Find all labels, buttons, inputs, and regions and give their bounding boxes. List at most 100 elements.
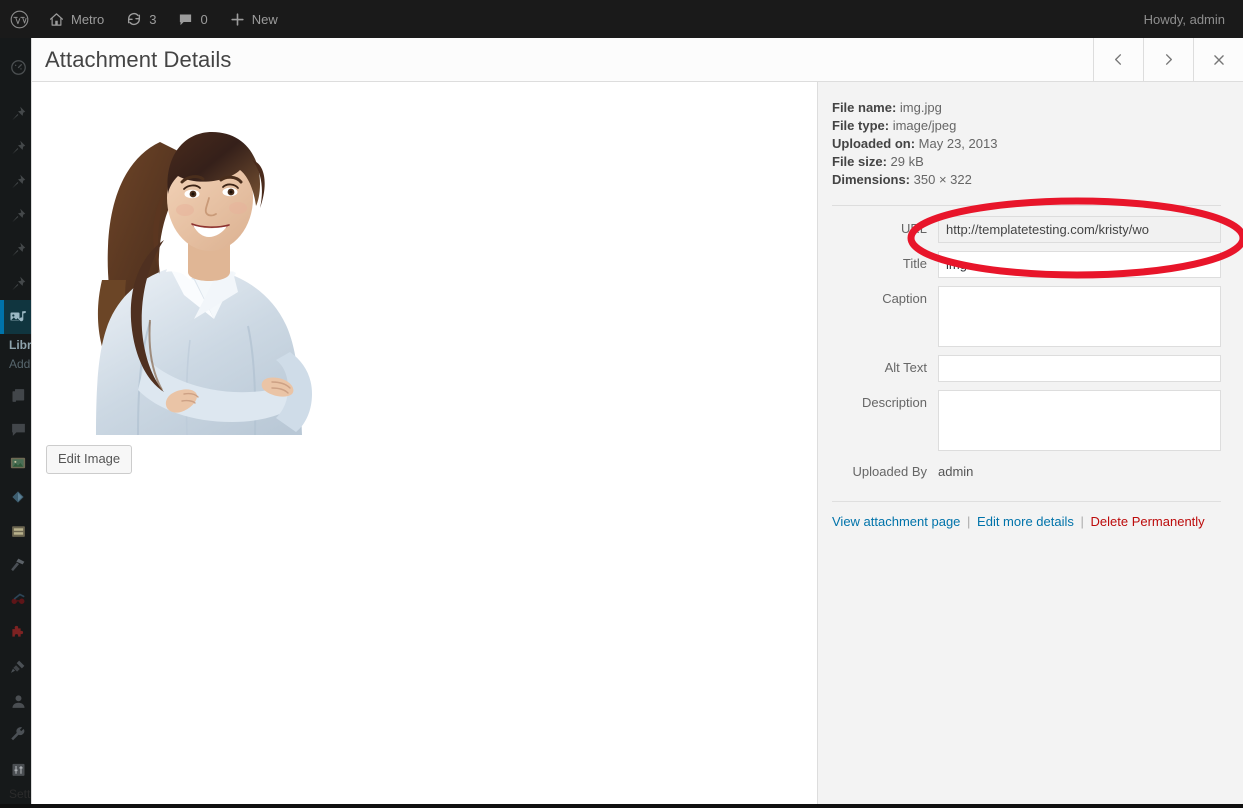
meta-file-name-label: File name:: [832, 100, 897, 115]
modal-header: Attachment Details: [32, 37, 1243, 82]
edit-image-button[interactable]: Edit Image: [46, 445, 133, 474]
meta-dimensions-value: 350 × 322: [913, 172, 972, 187]
close-modal-button[interactable]: [1193, 37, 1243, 82]
meta-file-type-value: image/jpeg: [892, 118, 957, 133]
wordpress-logo-icon: [10, 10, 29, 29]
gallery-icon: [9, 454, 27, 472]
meta-divider: [832, 205, 1221, 206]
previous-attachment-button[interactable]: [1093, 37, 1143, 82]
title-field-row: Title: [832, 251, 1221, 278]
attachment-info-pane: File name: img.jpg File type: image/jpeg…: [818, 82, 1243, 808]
new-content-label: New: [251, 11, 278, 27]
attachment-details-modal: Attachment Details Edit Image File name:…: [31, 37, 1243, 808]
list-icon: [10, 523, 27, 540]
comments-button[interactable]: 0: [167, 0, 218, 38]
new-content-button[interactable]: New: [219, 0, 289, 38]
uploaded-by-row: Uploaded By admin: [832, 459, 1221, 481]
pages-icon: [10, 387, 27, 404]
meta-file-type: File type: image/jpeg: [832, 117, 1221, 135]
meta-dimensions: Dimensions: 350 × 322: [832, 171, 1221, 189]
meta-file-size: File size: 29 kB: [832, 153, 1221, 171]
link-separator-2: |: [1080, 514, 1084, 529]
settings-icon: [10, 761, 27, 778]
plug-icon: [9, 658, 27, 676]
meta-uploaded-on-label: Uploaded on:: [832, 136, 916, 151]
description-field-row: Description: [832, 390, 1221, 451]
pin-icon: [10, 139, 27, 156]
pin-icon: [10, 105, 27, 122]
media-icon: [9, 308, 27, 326]
glasses-icon: [9, 590, 27, 608]
comments-icon: [10, 421, 27, 438]
attachment-image[interactable]: [42, 90, 372, 435]
caption-textarea[interactable]: [938, 286, 1221, 347]
meta-file-name-value: img.jpg: [899, 100, 942, 115]
url-label: URL: [900, 221, 927, 236]
alt-text-input[interactable]: [938, 355, 1221, 382]
description-control: [938, 390, 1221, 451]
page-title: Attachment Details: [45, 46, 232, 72]
url-field-row: URL: [832, 216, 1221, 243]
url-control: [938, 216, 1221, 243]
hammer-icon: [9, 556, 27, 574]
caption-control: [938, 286, 1221, 347]
title-input[interactable]: [938, 251, 1221, 278]
appearance-icon: [9, 488, 27, 506]
alt-text-control: [938, 355, 1221, 382]
meta-file-name: File name: img.jpg: [832, 99, 1221, 117]
meta-file-size-value: 29 kB: [890, 154, 924, 169]
comment-icon: [178, 12, 193, 27]
comments-count: 0: [200, 11, 208, 27]
user-icon: [10, 693, 27, 710]
title-control: [938, 251, 1221, 278]
screen: Metro 3 0 New Howdy, admin Libr Add Sett…: [0, 0, 1243, 808]
site-name-label: Metro: [71, 11, 105, 27]
caption-label: Caption: [882, 291, 927, 306]
link-separator-1: |: [967, 514, 971, 529]
updates-count: 3: [149, 11, 157, 27]
chevron-left-icon: [1111, 52, 1126, 67]
pin-icon: [10, 241, 27, 258]
attachment-actions: View attachment page | Edit more details…: [832, 514, 1221, 535]
alt-text-label: Alt Text: [884, 360, 927, 375]
alt-text-field-row: Alt Text: [832, 355, 1221, 382]
meta-file-size-label: File size:: [832, 154, 887, 169]
account-label: Howdy, admin: [1143, 11, 1225, 27]
wordpress-logo-button[interactable]: [0, 0, 38, 38]
delete-permanently-link[interactable]: Delete Permanently: [1091, 514, 1205, 529]
wp-admin-bar: Metro 3 0 New Howdy, admin: [0, 0, 1243, 38]
description-label: Description: [861, 395, 927, 410]
uploaded-by-value: admin: [938, 464, 974, 479]
account-menu[interactable]: Howdy, admin: [1126, 12, 1243, 27]
bottom-edge-strip: [0, 804, 1243, 808]
view-attachment-page-link[interactable]: View attachment page: [832, 514, 960, 529]
home-icon: [49, 12, 64, 27]
description-textarea[interactable]: [938, 390, 1221, 451]
caption-field-row: Caption: [832, 286, 1221, 347]
plus-icon: [230, 12, 245, 27]
meta-uploaded-on: Uploaded on: May 23, 2013: [832, 135, 1221, 153]
meta-file-type-label: File type:: [832, 118, 890, 133]
media-preview-pane: Edit Image: [32, 82, 818, 808]
url-input[interactable]: [938, 216, 1221, 243]
edit-more-details-link[interactable]: Edit more details: [977, 514, 1074, 529]
pin-icon: [10, 275, 27, 292]
meta-uploaded-on-value: May 23, 2013: [918, 136, 998, 151]
pin-icon: [10, 173, 27, 190]
chevron-right-icon: [1161, 52, 1176, 67]
updates-icon: [126, 11, 142, 27]
close-icon: [1212, 53, 1226, 67]
title-label: Title: [902, 256, 927, 271]
attachment-meta: File name: img.jpg File type: image/jpeg…: [832, 99, 1221, 189]
uploaded-by-label: Uploaded By: [852, 464, 927, 479]
modal-header-buttons: [1093, 37, 1243, 82]
dashboard-icon: [10, 59, 27, 76]
modal-body: Edit Image File name: img.jpg File type:…: [32, 82, 1243, 808]
meta-dimensions-label: Dimensions:: [832, 172, 911, 187]
next-attachment-button[interactable]: [1143, 37, 1193, 82]
wrench-icon: [9, 726, 27, 744]
actions-divider: [832, 501, 1221, 502]
updates-button[interactable]: 3: [115, 0, 167, 38]
site-name-button[interactable]: Metro: [38, 0, 115, 38]
uploaded-by-control: admin: [938, 459, 1221, 481]
